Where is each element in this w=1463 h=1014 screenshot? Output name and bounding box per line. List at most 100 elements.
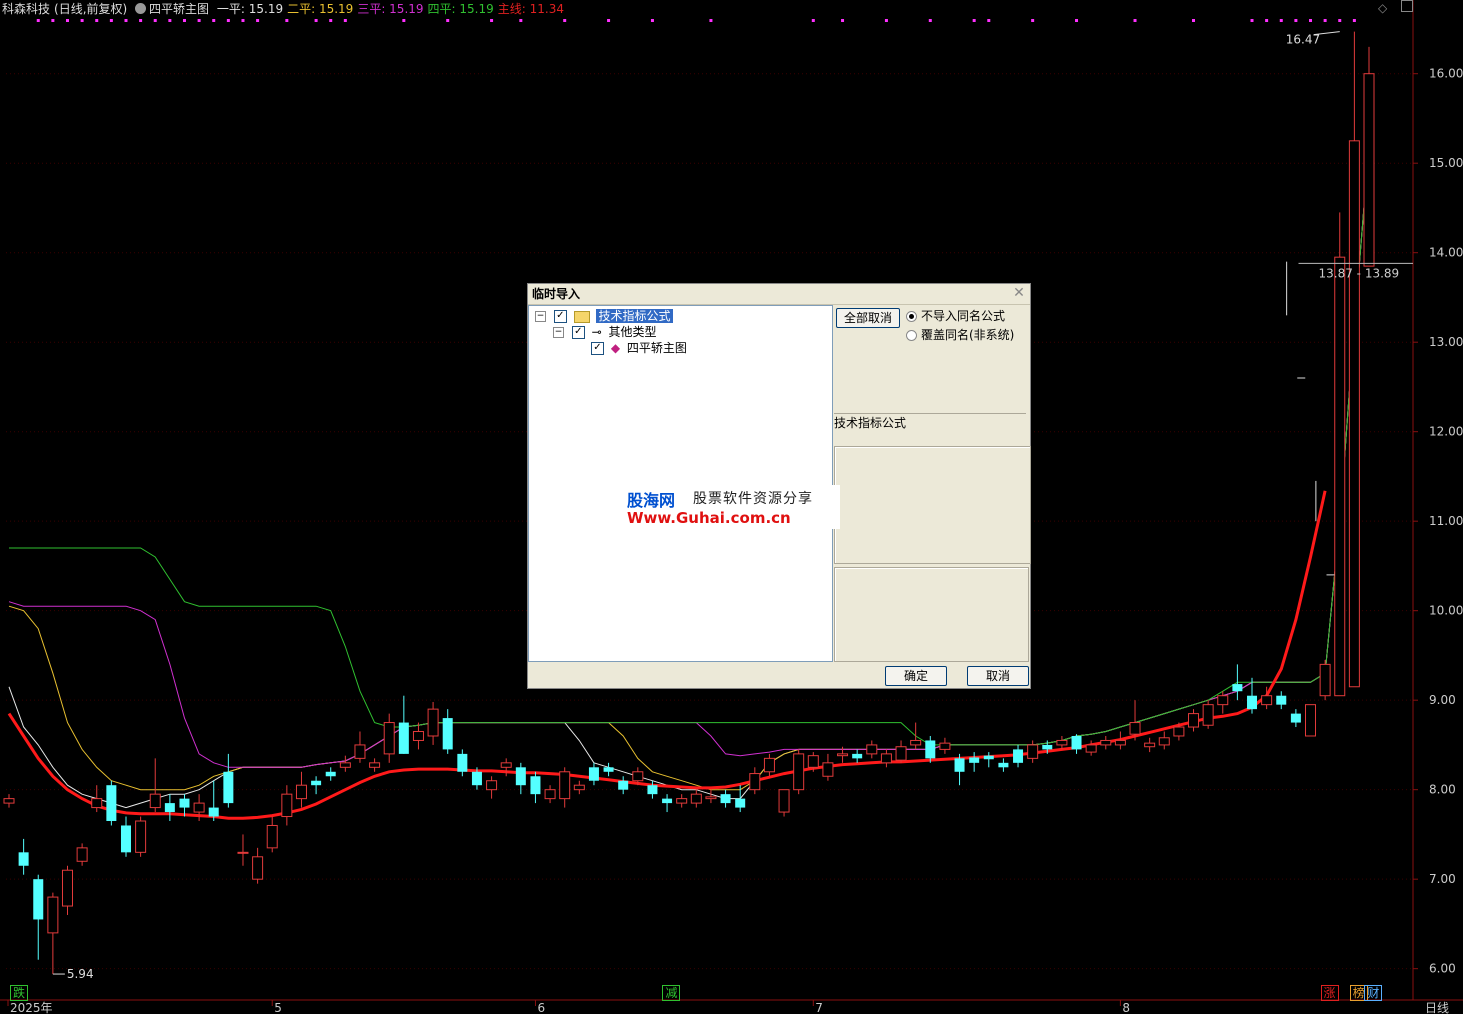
signal-dot <box>212 19 216 22</box>
candle-body <box>1305 704 1317 737</box>
price-tick-label: 15.00 <box>1429 156 1463 170</box>
candle <box>969 752 980 772</box>
candle <box>18 838 29 875</box>
candle-body <box>354 744 366 759</box>
radio-label: 覆盖同名(非系统) <box>921 328 1015 342</box>
settings-icon[interactable] <box>135 3 147 14</box>
bottom-tag[interactable]: 跌 <box>10 985 29 1001</box>
candle-body <box>412 731 424 741</box>
candle-body <box>1319 663 1331 697</box>
collapse-icon[interactable]: − <box>535 311 546 322</box>
signal-dot <box>256 19 260 22</box>
candle-body <box>91 798 103 809</box>
candle-body <box>325 771 336 777</box>
candle-body <box>311 780 322 786</box>
candle <box>325 767 336 781</box>
candle-body <box>1071 735 1082 750</box>
radio-skip-duplicates[interactable]: 不导入同名公式 <box>906 308 1005 324</box>
signal-dot <box>1352 19 1356 22</box>
stock-name[interactable]: 科森科技 <box>2 2 50 16</box>
candle-body <box>1202 704 1214 726</box>
candle <box>1013 744 1024 768</box>
tree-label[interactable]: 技术指标公式 <box>596 309 673 323</box>
candle <box>778 789 790 817</box>
price-tick-label: 11.00 <box>1429 514 1463 528</box>
candle <box>1071 734 1082 754</box>
candle-body <box>983 755 994 760</box>
signal-dot <box>65 19 69 22</box>
candle-body <box>61 869 73 907</box>
candle <box>1144 737 1156 753</box>
candle <box>91 785 103 813</box>
signal-dot <box>1338 19 1342 22</box>
candle-body <box>603 767 614 772</box>
indicator-value: 三平: 15.19 <box>357 2 424 16</box>
candle <box>793 749 805 795</box>
low-label: 5.94 <box>67 967 94 981</box>
candle-body <box>939 742 951 750</box>
bottom-tag[interactable]: 减 <box>662 985 681 1001</box>
candle-body <box>281 793 293 818</box>
cancel-button[interactable]: 取消 <box>967 666 1029 686</box>
period-label: 日线 <box>1425 1001 1449 1014</box>
candle <box>544 785 556 804</box>
candle-body <box>559 771 571 800</box>
close-icon[interactable]: ✕ <box>1012 286 1026 300</box>
formula-tree[interactable]: − ✓ 技术指标公式 − ✓ ⊸ 其他类型 ✓ ◆ 四平轿主图 <box>528 305 833 662</box>
candle <box>369 758 381 772</box>
tree-label[interactable]: 其他类型 <box>609 325 657 339</box>
bottom-tag[interactable]: 财 <box>1364 985 1383 1001</box>
bottom-tag[interactable]: 涨 <box>1320 985 1339 1001</box>
candle <box>120 816 131 857</box>
candle <box>530 771 541 804</box>
candle <box>1334 212 1346 697</box>
candle <box>33 874 44 960</box>
candle-body <box>383 722 395 755</box>
collapse-icon[interactable]: − <box>553 327 564 338</box>
cancel-all-button[interactable]: 全部取消 <box>836 308 900 328</box>
candle <box>1027 740 1039 763</box>
signal-dot <box>1133 19 1137 22</box>
candle-body <box>647 785 658 795</box>
candle-body <box>910 739 922 746</box>
indicator-name[interactable]: 四平轿主图 <box>149 2 209 16</box>
tree-node-formula[interactable]: ✓ ◆ 四平轿主图 <box>591 340 687 356</box>
candle <box>412 722 424 750</box>
candle-body <box>778 789 790 813</box>
tree-node-category[interactable]: − ✓ ⊸ 其他类型 <box>553 324 657 340</box>
candle-body <box>1290 713 1301 723</box>
candle <box>1290 709 1301 728</box>
time-axis: 2025年 5 6 7 8 日线 <box>7 1000 1449 1014</box>
candle-body <box>1276 695 1287 705</box>
candle-body <box>573 784 585 791</box>
candle-body <box>193 802 205 813</box>
radio-icon[interactable] <box>906 311 917 322</box>
indicator-value: 四平: 15.19 <box>427 2 494 16</box>
tree-checkbox[interactable]: ✓ <box>571 326 585 339</box>
signal-dot <box>928 19 932 22</box>
candle-body <box>1247 695 1258 710</box>
candle <box>339 755 351 772</box>
radio-overwrite[interactable]: 覆盖同名(非系统) <box>906 327 1014 343</box>
signal-dot <box>36 19 40 22</box>
radio-icon[interactable] <box>906 330 917 341</box>
tree-checkbox[interactable]: ✓ <box>553 310 567 323</box>
candle-body <box>735 798 746 808</box>
candle <box>295 771 307 808</box>
candle-body <box>369 762 381 768</box>
key-icon: ⊸ <box>591 325 602 339</box>
diamond-icon[interactable]: ◇ <box>1378 1 1387 15</box>
candle-body <box>442 718 453 750</box>
info-panel-bottom <box>834 567 1029 662</box>
tree-label[interactable]: 四平轿主图 <box>627 341 687 355</box>
candle-body <box>1013 749 1024 763</box>
candle-body <box>1042 744 1053 750</box>
ok-button[interactable]: 确定 <box>885 666 947 686</box>
tree-checkbox[interactable]: ✓ <box>591 342 604 355</box>
candle-body <box>1100 739 1112 746</box>
tree-node-root[interactable]: − ✓ 技术指标公式 <box>535 308 673 324</box>
signal-dot <box>884 19 888 22</box>
candle-body <box>295 784 307 800</box>
maximize-icon[interactable] <box>1401 0 1413 12</box>
signal-dot <box>80 19 84 22</box>
